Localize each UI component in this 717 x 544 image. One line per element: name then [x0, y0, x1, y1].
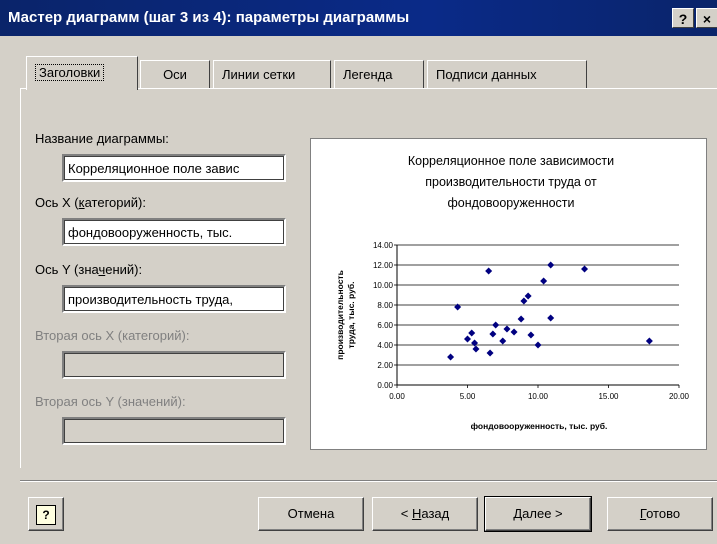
help-button[interactable]: ? — [28, 497, 64, 531]
data-point — [454, 303, 462, 311]
data-point — [534, 341, 542, 349]
y2-axis-input — [62, 417, 286, 445]
y-tick-label: 6.00 — [377, 321, 393, 330]
tab-titles[interactable]: Заголовки — [26, 56, 138, 90]
data-point — [447, 353, 455, 361]
data-point — [540, 277, 548, 285]
y-tick-label: 12.00 — [373, 261, 394, 270]
y-tick-label: 8.00 — [377, 301, 393, 310]
y2-axis-label: Вторая ось Y (значений): — [35, 394, 186, 409]
y-tick-label: 14.00 — [373, 241, 394, 250]
data-point — [645, 337, 653, 345]
x-axis-label: Ось X (категорий): — [35, 195, 146, 210]
window-title: Мастер диаграмм (шаг 3 из 4): параметры … — [8, 9, 410, 26]
finish-button[interactable]: Готово — [607, 497, 713, 531]
help-icon: ? — [36, 505, 56, 525]
x2-axis-input — [62, 351, 286, 379]
data-point — [489, 330, 497, 338]
y-tick-label: 10.00 — [373, 281, 394, 290]
chart-title-line: Корреляционное поле зависимости — [408, 154, 614, 168]
data-point — [517, 315, 525, 323]
help-title-button[interactable]: ? — [672, 8, 694, 28]
x-tick-label: 0.00 — [389, 392, 405, 401]
data-point — [527, 331, 535, 339]
tab-axes-label: Оси — [163, 67, 187, 82]
chart-title-line: производительности труда от — [425, 175, 597, 189]
close-button[interactable]: × — [696, 8, 717, 28]
x-tick-label: 15.00 — [598, 392, 619, 401]
tab-gridlines[interactable]: Линии сетки — [213, 60, 331, 88]
data-point — [547, 261, 555, 269]
chart-title-label: Название диаграммы: — [35, 131, 169, 146]
data-point — [492, 321, 500, 329]
y-axis-title-line: труда, тыс. руб. — [346, 282, 356, 349]
data-point — [471, 339, 479, 347]
tab-legend[interactable]: Легенда — [334, 60, 424, 88]
separator — [20, 480, 717, 482]
data-point — [486, 349, 494, 357]
chart-preview: Корреляционное поле зависимости производи… — [310, 138, 707, 450]
data-point — [524, 292, 532, 300]
data-point — [472, 345, 480, 353]
y-tick-label: 4.00 — [377, 341, 393, 350]
chart-title-input[interactable]: Корреляционное поле завис — [62, 154, 286, 182]
tab-data-labels-label: Подписи данных — [436, 67, 537, 82]
y-tick-label: 2.00 — [377, 361, 393, 370]
x2-axis-label: Вторая ось X (категорий): — [35, 328, 190, 343]
x-tick-label: 10.00 — [528, 392, 549, 401]
y-axis-input[interactable]: производительность труда, — [62, 285, 286, 313]
data-point — [510, 328, 518, 336]
chart-title-line: фондовооруженности — [447, 196, 574, 210]
back-button[interactable]: < Назад — [372, 497, 478, 531]
next-button[interactable]: Далее > — [484, 496, 592, 532]
data-point — [520, 297, 528, 305]
data-point — [485, 267, 493, 275]
tab-data-labels[interactable]: Подписи данных — [427, 60, 587, 88]
title-bar: Мастер диаграмм (шаг 3 из 4): параметры … — [0, 0, 717, 36]
x-tick-label: 5.00 — [460, 392, 476, 401]
x-axis-title: фондовооруженность, тыс. руб. — [471, 421, 608, 431]
scatter-chart: Корреляционное поле зависимости производи… — [335, 154, 690, 431]
y-axis-title-line: производительность — [335, 270, 345, 360]
x-axis-input[interactable]: фондовооруженность, тыс. — [62, 218, 286, 246]
y-axis-label: Ось Y (значений): — [35, 262, 143, 277]
x-tick-label: 20.00 — [669, 392, 690, 401]
data-point — [581, 265, 589, 273]
cancel-button[interactable]: Отмена — [258, 497, 364, 531]
tab-gridlines-label: Линии сетки — [222, 67, 296, 82]
y-tick-label: 0.00 — [377, 381, 393, 390]
tab-legend-label: Легенда — [343, 67, 393, 82]
data-point — [499, 337, 507, 345]
data-point — [503, 325, 511, 333]
data-point — [547, 314, 555, 322]
data-point — [464, 335, 471, 343]
data-point — [468, 329, 476, 337]
tab-titles-label: Заголовки — [35, 64, 105, 81]
tab-axes[interactable]: Оси — [140, 60, 210, 88]
